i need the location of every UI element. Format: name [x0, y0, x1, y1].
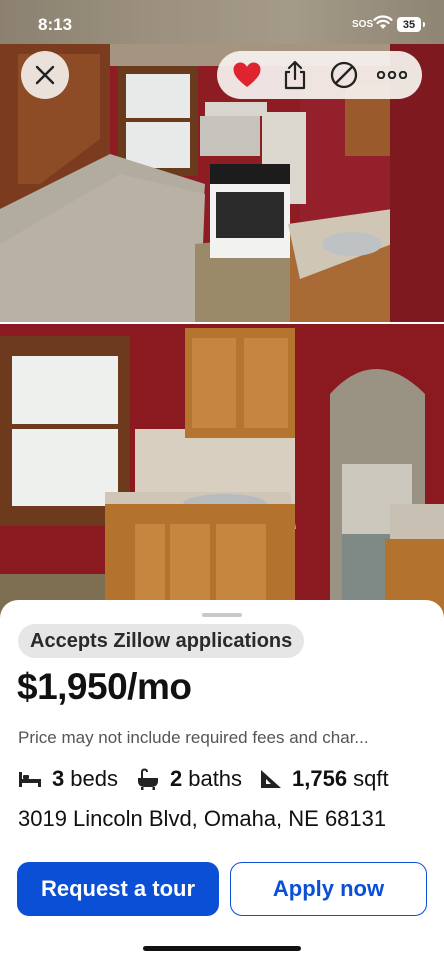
- close-button[interactable]: [21, 51, 69, 99]
- more-icon: [376, 71, 407, 79]
- home-facts: 3 beds 2 baths 1,756 sqft: [18, 766, 407, 792]
- share-icon: [285, 60, 306, 90]
- listing-address[interactable]: 3019 Lincoln Blvd, Omaha, NE 68131: [18, 806, 386, 832]
- share-button[interactable]: [278, 58, 312, 92]
- rent-price: $1,950/mo: [17, 666, 192, 707]
- request-tour-button[interactable]: Request a tour: [17, 862, 219, 916]
- kitchen-photo-sink-cabinets: [0, 324, 444, 624]
- beds-value: 3: [52, 766, 65, 791]
- beds-label: beds: [70, 766, 118, 791]
- more-button[interactable]: [375, 58, 409, 92]
- bed-icon: [19, 772, 41, 787]
- status-bar: 8:13 SOS 35: [0, 0, 444, 44]
- home-indicator[interactable]: [143, 946, 301, 951]
- favorite-button[interactable]: [230, 58, 264, 92]
- listing-details-sheet: Accepts Zillow applications $1,950/mo Pr…: [0, 600, 444, 960]
- status-time: 8:13: [38, 15, 73, 34]
- beds-fact: 3 beds: [18, 766, 118, 792]
- hide-button[interactable]: [327, 58, 361, 92]
- baths-label: baths: [188, 766, 243, 791]
- close-icon: [35, 65, 55, 85]
- hide-icon: [330, 61, 357, 89]
- ruler-area-icon: [261, 770, 282, 788]
- bath-icon: [137, 768, 158, 790]
- battery-icon: 35: [397, 17, 425, 32]
- sqft-fact: 1,756 sqft: [260, 766, 389, 792]
- sos-indicator: SOS: [352, 19, 374, 30]
- baths-value: 2: [169, 766, 183, 791]
- sqft-label: sqft: [353, 766, 389, 791]
- price-disclaimer[interactable]: Price may not include required fees and …: [18, 728, 422, 748]
- wifi-icon: [373, 15, 393, 35]
- photo-actions-toolbar: [217, 51, 422, 99]
- baths-fact: 2 baths: [136, 766, 242, 792]
- apply-now-button[interactable]: Apply now: [230, 862, 427, 916]
- applications-badge: Accepts Zillow applications: [18, 624, 305, 658]
- sqft-value: 1,756: [292, 766, 348, 791]
- sheet-grabber[interactable]: [202, 613, 242, 617]
- listing-photo-2[interactable]: [0, 324, 444, 624]
- heart-icon: [233, 62, 261, 87]
